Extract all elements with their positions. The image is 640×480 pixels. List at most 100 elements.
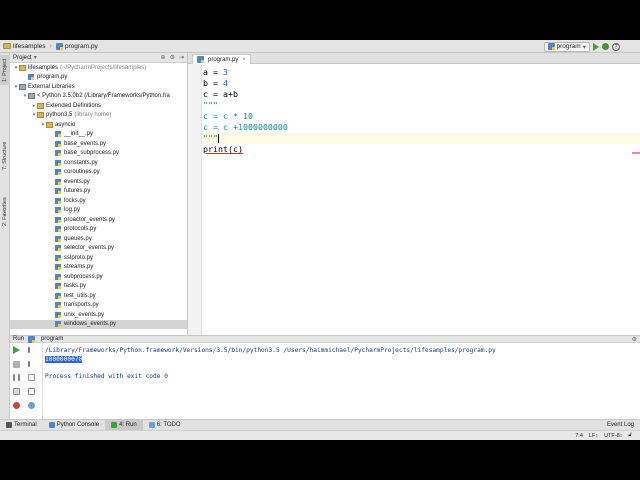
code-token: """: [203, 133, 218, 143]
code-line[interactable]: """: [203, 100, 288, 111]
code-line[interactable]: b = 4: [203, 78, 288, 89]
line-separator[interactable]: LF↕: [589, 433, 598, 439]
left-tool-strip: 1: Project 7: Structure 2: Favorites: [0, 53, 10, 440]
soft-wrap-icon[interactable]: [28, 374, 35, 381]
tree-item[interactable]: locks.py: [10, 196, 187, 206]
breadcrumb-project-label: lifesamples: [13, 42, 46, 50]
text-caret: [218, 134, 219, 143]
python-file-icon: [55, 254, 61, 261]
tree-item[interactable]: test_utils.py: [10, 291, 187, 301]
code-line[interactable]: c = a+b: [203, 89, 288, 100]
breadcrumb-file[interactable]: program.py: [53, 40, 101, 53]
console-result[interactable]: 1000000070: [45, 355, 83, 363]
run-panel-header: Run program ⚙: [10, 335, 640, 343]
tree-item[interactable]: ▾ < Python 3.5.0b2 (/Library/Frameworks/P…: [10, 92, 187, 102]
tree-item-label: program.py: [37, 74, 68, 81]
code-line[interactable]: c = c +1000000000: [203, 122, 288, 133]
tool-window-bar: Terminal Python Console 4: Run 6: TODO Even…: [0, 419, 640, 431]
python-file-icon: [55, 42, 63, 50]
tree-item[interactable]: queues.py: [10, 234, 187, 244]
tree-item[interactable]: futures.py: [10, 187, 187, 197]
tree-item[interactable]: events.py: [10, 177, 187, 187]
clear-output-icon[interactable]: [28, 402, 35, 409]
editor-gutter: [188, 64, 202, 372]
tree-item[interactable]: unix_events.py: [10, 310, 187, 320]
rerun-icon[interactable]: [13, 346, 20, 354]
project-view-selector[interactable]: Project: [13, 55, 32, 61]
tree-item[interactable]: log.py: [10, 206, 187, 216]
scroll-up-icon[interactable]: [28, 347, 30, 353]
tree-item[interactable]: ▾ python3.5 (library home): [10, 111, 187, 121]
tree-item[interactable]: base_events.py: [10, 139, 187, 149]
breadcrumb-project[interactable]: lifesamples: [0, 40, 49, 53]
tree-item[interactable]: base_subprocess.py: [10, 149, 187, 159]
status-bar: 7:4 LF↕ UTF-8↕ 🔓︎: [0, 430, 640, 440]
tree-item[interactable]: ▾ asyncio: [10, 120, 187, 130]
tree-item[interactable]: coroutines.py: [10, 168, 187, 178]
tree-item[interactable]: proactor_events.py: [10, 215, 187, 225]
tree-item-label: asyncio: [55, 121, 76, 128]
python-file-icon: [547, 43, 555, 50]
tool-window-tab[interactable]: 6: TODO: [143, 420, 187, 431]
debug-icon[interactable]: [602, 43, 609, 50]
tree-item[interactable]: constants.py: [10, 158, 187, 168]
code-line[interactable]: print(c): [203, 144, 288, 155]
code-area[interactable]: a = 3b = 4c = a+b """ c = c * 10 c = c +100…: [203, 67, 288, 155]
help-icon[interactable]: ?: [612, 42, 620, 51]
tree-item-label: streams.py: [64, 264, 94, 271]
tree-item[interactable]: ▸ Extended Definitions: [10, 101, 187, 111]
tree-item[interactable]: streams.py: [10, 263, 187, 273]
error-stripe-marker[interactable]: [632, 152, 640, 154]
editor-tab-program[interactable]: program.py ×: [192, 54, 251, 64]
hide-icon[interactable]: ⇥: [179, 54, 184, 61]
tree-item[interactable]: tasks.py: [10, 282, 187, 292]
stop-icon[interactable]: [13, 361, 20, 368]
code-line[interactable]: """: [203, 133, 288, 144]
event-log-button[interactable]: Event Log: [601, 420, 640, 431]
locate-icon[interactable]: ⊕: [161, 54, 166, 61]
file-encoding[interactable]: UTF-8↕: [604, 433, 622, 439]
ide-window: lifesamples › program.py program ▾ ? 1: …: [0, 40, 640, 440]
print-icon[interactable]: [28, 388, 35, 395]
tree-item[interactable]: protocols.py: [10, 225, 187, 235]
code-line[interactable]: c = c * 10: [203, 111, 288, 122]
tree-item[interactable]: program.py: [10, 73, 187, 83]
scroll-down-icon[interactable]: [28, 361, 30, 367]
project-panel-header: Project ▾ ⊕ ⚙ ⇥: [10, 53, 187, 63]
code-editor[interactable]: a = 3b = 4c = a+b """ c = c * 10 c = c +100…: [188, 64, 640, 372]
pause-icon[interactable]: [13, 374, 20, 381]
project-tree: ▾ lifesamples (~/PycharmProjects/lifesampl…: [10, 63, 187, 329]
tool-tab-favorites[interactable]: 2: Favorites: [0, 195, 10, 229]
tool-tab-project[interactable]: 1: Project: [0, 55, 10, 85]
run-icon[interactable]: [593, 42, 599, 51]
tool-window-tab-label: 6: TODO: [156, 422, 181, 428]
code-line[interactable]: a = 3: [203, 67, 288, 78]
tool-window-tab[interactable]: 4: Run: [105, 419, 143, 431]
close-run-icon[interactable]: [13, 402, 20, 409]
close-icon[interactable]: ×: [242, 57, 246, 63]
layout-icon[interactable]: [13, 388, 20, 395]
tree-item[interactable]: ▾ lifesamples (~/PycharmProjects/lifesampl…: [10, 63, 187, 73]
run-config-selector[interactable]: program ▾: [543, 41, 590, 52]
console-output[interactable]: /Library/Frameworks/Python.framework/Ver…: [45, 347, 496, 381]
lock-icon[interactable]: 🔓︎: [628, 432, 632, 439]
tree-item[interactable]: __init__.py: [10, 130, 187, 140]
python-file-icon: [55, 216, 61, 223]
tree-item[interactable]: sslproto.py: [10, 253, 187, 263]
tree-item[interactable]: ▾ External Libraries: [10, 82, 187, 92]
tree-item[interactable]: selector_events.py: [10, 244, 187, 254]
tree-item[interactable]: subprocess.py: [10, 272, 187, 282]
settings-icon[interactable]: ⚙: [632, 336, 637, 343]
editor-tab-bar: program.py ×: [188, 53, 640, 64]
tree-item-label: base_events.py: [64, 140, 107, 147]
tool-tab-structure[interactable]: 7: Structure: [0, 139, 10, 173]
breadcrumb-file-label: program.py: [64, 42, 98, 50]
tree-item[interactable]: windows_events.py: [10, 319, 187, 329]
tree-item[interactable]: transports.py: [10, 301, 187, 311]
chevron-down-icon: ▾: [582, 43, 586, 51]
run-toolbar: [10, 343, 43, 419]
tool-window-tab[interactable]: Python Console: [43, 420, 105, 431]
caret-position[interactable]: 7:4: [575, 433, 583, 439]
settings-icon[interactable]: ⚙: [170, 54, 175, 61]
tool-window-tab[interactable]: Terminal: [0, 420, 43, 431]
